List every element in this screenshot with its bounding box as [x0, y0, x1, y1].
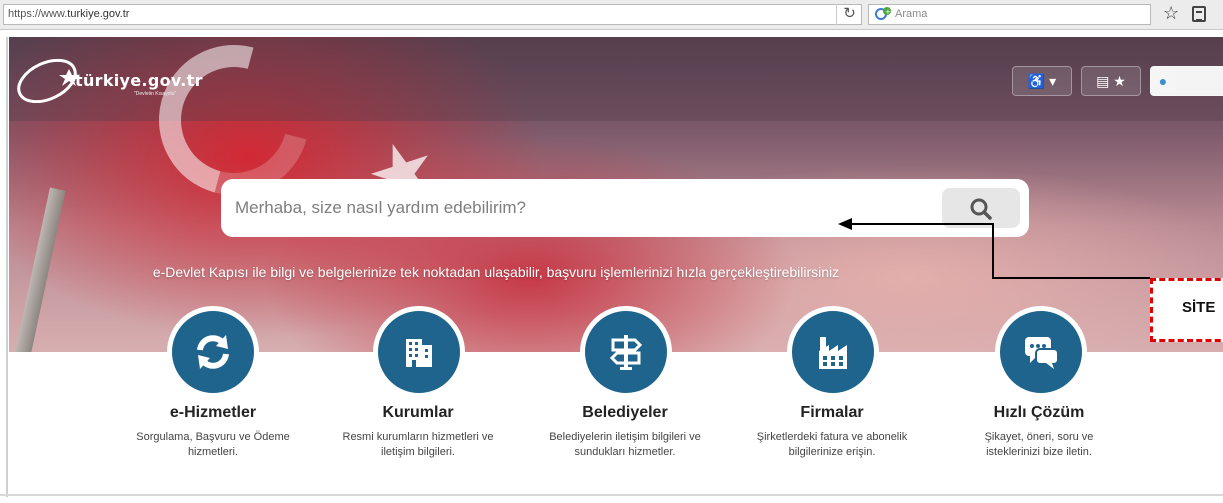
category-firmalar[interactable]: Firmalar Şirketlerdeki fatura ve aboneli… [727, 404, 937, 460]
category-title[interactable]: Firmalar [727, 404, 937, 422]
category-title[interactable]: Belediyeler [520, 404, 730, 422]
hizli-cozum-icon-circle[interactable] [995, 306, 1087, 398]
belediyeler-icon-circle[interactable] [580, 306, 672, 398]
category-title[interactable]: Kurumlar [313, 404, 523, 422]
firmalar-icon-circle[interactable] [787, 306, 879, 398]
category-description: Sorgulama, Başvuru ve Ödeme hizmetleri. [136, 431, 290, 458]
page-bottom-border [0, 494, 1223, 496]
category-description: Şirketlerdeki fatura ve abonelik bilgile… [756, 431, 908, 458]
category-kurumlar[interactable]: Kurumlar Resmi kurumların hizmetleri ve … [313, 404, 523, 460]
category-description: Resmi kurumların hizmetleri ve iletişim … [342, 431, 494, 458]
category-ehizmetler[interactable]: e-Hizmetler Sorgulama, Başvuru ve Ödeme … [108, 404, 318, 460]
factory-icon [819, 337, 847, 369]
building-icon [406, 339, 432, 367]
kurumlar-icon-circle[interactable] [373, 306, 465, 398]
category-title[interactable]: e-Hizmetler [108, 404, 318, 422]
signpost-icon [609, 335, 643, 370]
category-hizli-cozum[interactable]: Hızlı Çözüm Şikayet, öneri, soru ve iste… [934, 404, 1144, 460]
refresh-icon [197, 335, 229, 369]
ehizmetler-icon-circle[interactable] [167, 306, 259, 398]
category-description: Belediyelerin iletişim bilgileri ve sund… [549, 431, 701, 458]
category-title[interactable]: Hızlı Çözüm [934, 404, 1144, 422]
category-belediyeler[interactable]: Belediyeler Belediyelerin iletişim bilgi… [520, 404, 730, 460]
annotation-label: SİTE [1150, 278, 1223, 342]
category-description: Şikayet, öneri, soru ve isteklerinizi bi… [984, 431, 1094, 458]
chat-icon [1025, 337, 1059, 369]
